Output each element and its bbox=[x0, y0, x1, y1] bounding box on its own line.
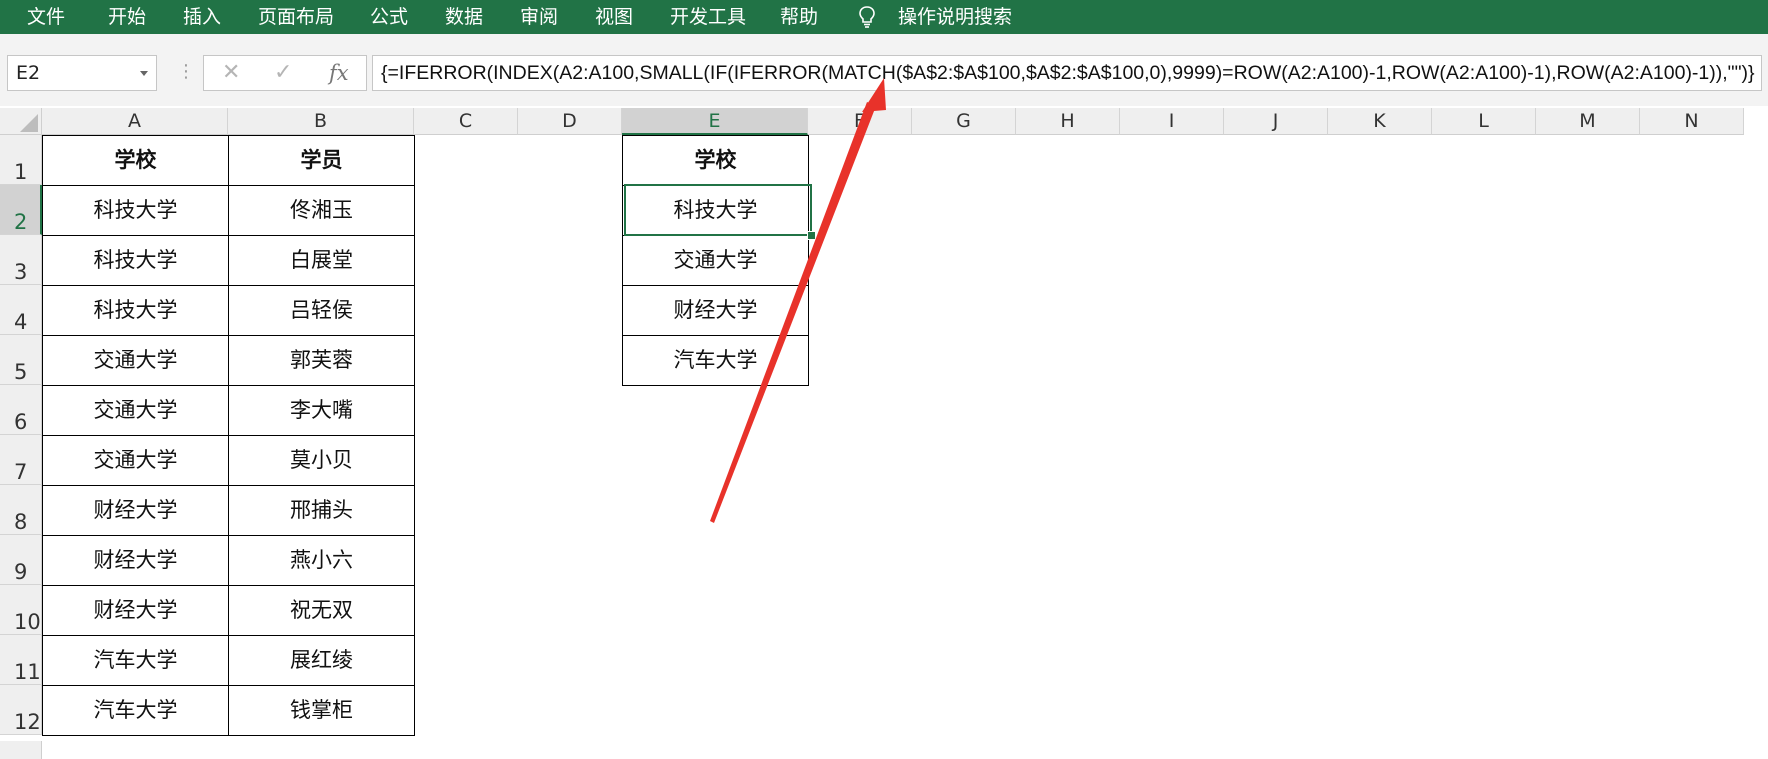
row-header-10[interactable]: 10 bbox=[0, 585, 42, 635]
student-cell[interactable]: 佟湘玉 bbox=[228, 185, 415, 236]
name-box[interactable]: E2 bbox=[7, 55, 157, 91]
tab-file[interactable]: 文件 bbox=[27, 0, 65, 34]
formula-buttons: ✕ ✓ fx bbox=[203, 55, 367, 91]
tab-data[interactable]: 数据 bbox=[445, 0, 483, 34]
row-header-6[interactable]: 6 bbox=[0, 385, 42, 435]
row-number: 5 bbox=[14, 360, 28, 384]
tab-home[interactable]: 开始 bbox=[108, 0, 146, 34]
lightbulb-icon bbox=[859, 6, 875, 28]
student-cell[interactable]: 燕小六 bbox=[228, 535, 415, 586]
student-cell[interactable]: 吕轻侯 bbox=[228, 285, 415, 336]
enter-icon[interactable]: ✓ bbox=[274, 56, 292, 90]
fill-handle[interactable] bbox=[807, 231, 816, 240]
column-header-g[interactable]: G bbox=[912, 108, 1016, 135]
tab-formulas[interactable]: 公式 bbox=[370, 0, 408, 34]
column-header-h[interactable]: H bbox=[1016, 108, 1120, 135]
result-header-cell[interactable]: 学校 bbox=[622, 135, 809, 186]
student-cell[interactable]: 李大嘴 bbox=[228, 385, 415, 436]
row-number: 4 bbox=[14, 310, 28, 334]
tab-view[interactable]: 视图 bbox=[595, 0, 633, 34]
row-header-5[interactable]: 5 bbox=[0, 335, 42, 385]
student-cell[interactable]: 展红绫 bbox=[228, 635, 415, 686]
row-number: 7 bbox=[14, 460, 28, 484]
table-header-cell[interactable]: 学校 bbox=[42, 135, 229, 186]
column-header-m[interactable]: M bbox=[1536, 108, 1640, 135]
student-cell[interactable]: 钱掌柜 bbox=[228, 685, 415, 736]
row-header-9[interactable]: 9 bbox=[0, 535, 42, 585]
school-cell[interactable]: 财经大学 bbox=[42, 535, 229, 586]
row-header-7[interactable]: 7 bbox=[0, 435, 42, 485]
row-number: 3 bbox=[14, 260, 28, 284]
cancel-icon[interactable]: ✕ bbox=[222, 56, 240, 90]
school-cell[interactable]: 科技大学 bbox=[42, 185, 229, 236]
column-header-e[interactable]: E bbox=[622, 108, 808, 135]
row-header-4[interactable]: 4 bbox=[0, 285, 42, 335]
column-header-l[interactable]: L bbox=[1432, 108, 1536, 135]
student-cell[interactable]: 邢捕头 bbox=[228, 485, 415, 536]
column-header-b[interactable]: B bbox=[228, 108, 414, 135]
student-cell[interactable]: 莫小贝 bbox=[228, 435, 415, 486]
column-header-j[interactable]: J bbox=[1224, 108, 1328, 135]
column-header-n[interactable]: N bbox=[1640, 108, 1744, 135]
select-all-corner[interactable] bbox=[0, 108, 42, 135]
column-header-i[interactable]: I bbox=[1120, 108, 1224, 135]
school-cell[interactable]: 科技大学 bbox=[42, 235, 229, 286]
school-cell[interactable]: 交通大学 bbox=[42, 385, 229, 436]
row-number: 8 bbox=[14, 510, 28, 534]
row-number: 1 bbox=[14, 160, 28, 184]
column-header-a[interactable]: A bbox=[42, 108, 228, 135]
row-number: 2 bbox=[14, 210, 28, 234]
student-cell[interactable]: 白展堂 bbox=[228, 235, 415, 286]
tab-developer[interactable]: 开发工具 bbox=[670, 0, 746, 34]
row-number: 9 bbox=[14, 560, 28, 584]
insert-function-icon[interactable]: fx bbox=[329, 56, 349, 90]
student-cell[interactable]: 祝无双 bbox=[228, 585, 415, 636]
row-header-3[interactable]: 3 bbox=[0, 235, 42, 285]
row-number: 6 bbox=[14, 410, 28, 434]
table-header-cell[interactable]: 学员 bbox=[228, 135, 415, 186]
formula-bar-grip-icon: ⋮ bbox=[177, 61, 195, 82]
tab-help[interactable]: 帮助 bbox=[780, 0, 818, 34]
row-header-11[interactable]: 11 bbox=[0, 635, 42, 685]
formula-input[interactable]: {=IFERROR(INDEX(A2:A100,SMALL(IF(IFERROR… bbox=[372, 55, 1762, 91]
ribbon: 文件 开始 插入 页面布局 公式 数据 审阅 视图 开发工具 帮助 操作说明搜索 bbox=[0, 0, 1768, 34]
row-number: 12 bbox=[14, 710, 41, 734]
tab-page-layout[interactable]: 页面布局 bbox=[258, 0, 334, 34]
tell-me-search[interactable]: 操作说明搜索 bbox=[898, 0, 1012, 34]
row-header-12[interactable]: 12 bbox=[0, 685, 42, 735]
row-header-8[interactable]: 8 bbox=[0, 485, 42, 535]
school-cell[interactable]: 汽车大学 bbox=[42, 635, 229, 686]
result-cell[interactable]: 交通大学 bbox=[622, 235, 809, 286]
column-header-k[interactable]: K bbox=[1328, 108, 1432, 135]
row-number: 10 bbox=[14, 610, 41, 634]
school-cell[interactable]: 交通大学 bbox=[42, 435, 229, 486]
row-number: 11 bbox=[14, 660, 41, 684]
select-all-icon bbox=[20, 114, 38, 132]
result-cell[interactable]: 科技大学 bbox=[622, 185, 809, 236]
column-header-c[interactable]: C bbox=[414, 108, 518, 135]
tab-insert[interactable]: 插入 bbox=[183, 0, 221, 34]
name-box-dropdown-icon[interactable] bbox=[140, 71, 148, 76]
result-cell[interactable]: 财经大学 bbox=[622, 285, 809, 336]
tab-review[interactable]: 审阅 bbox=[520, 0, 558, 34]
row-header-1[interactable]: 1 bbox=[0, 135, 42, 185]
column-header-d[interactable]: D bbox=[518, 108, 622, 135]
school-cell[interactable]: 财经大学 bbox=[42, 585, 229, 636]
worksheet-grid[interactable]: ABCDEFGHIJKLMN 1 2 3 4 5 6 7 8 9 10 11 12 学校 学员 科技大学佟… bbox=[0, 108, 1768, 759]
result-cell[interactable]: 汽车大学 bbox=[622, 335, 809, 386]
column-header-f[interactable]: F bbox=[808, 108, 912, 135]
row-header-filler bbox=[0, 741, 42, 759]
school-cell[interactable]: 科技大学 bbox=[42, 285, 229, 336]
school-cell[interactable]: 交通大学 bbox=[42, 335, 229, 386]
school-cell[interactable]: 财经大学 bbox=[42, 485, 229, 536]
school-cell[interactable]: 汽车大学 bbox=[42, 685, 229, 736]
student-cell[interactable]: 郭芙蓉 bbox=[228, 335, 415, 386]
row-header-2[interactable]: 2 bbox=[0, 185, 42, 235]
